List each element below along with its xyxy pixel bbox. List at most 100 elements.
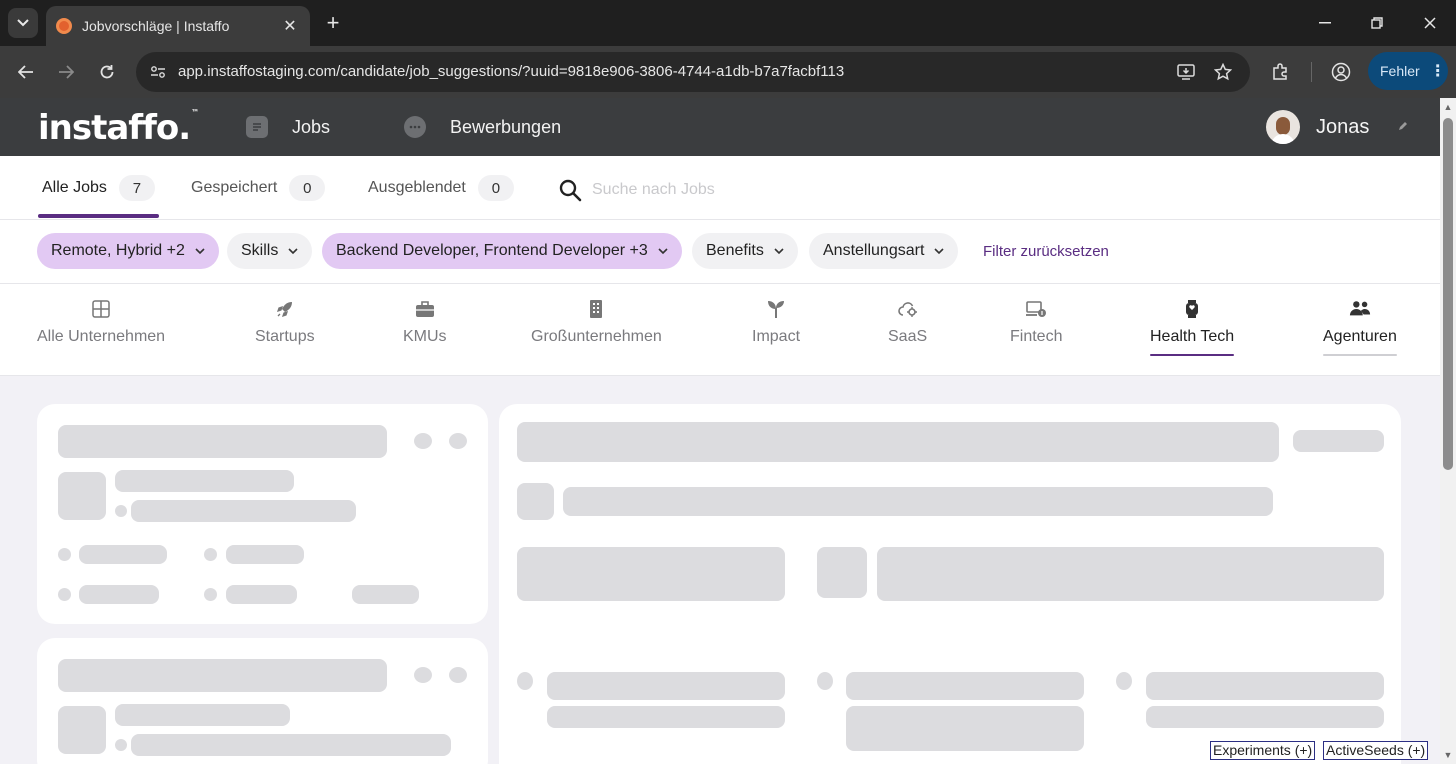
user-menu[interactable]: Jonas (1266, 109, 1409, 145)
filter-chip-label: Skills (241, 242, 279, 259)
skeleton-bar (877, 547, 1384, 601)
close-window-icon[interactable] (1415, 8, 1445, 38)
tab-search-button[interactable] (8, 8, 38, 38)
skeleton-logo (817, 547, 867, 598)
skeleton-logo (517, 483, 554, 520)
site-settings-icon[interactable] (146, 60, 170, 84)
category-alle-unternehmen[interactable]: Alle Unternehmen (37, 298, 165, 360)
error-label: Fehler (1380, 63, 1420, 79)
chevron-down-icon (774, 248, 784, 255)
reload-button[interactable] (93, 58, 121, 86)
filter-chip-work-mode[interactable]: Remote, Hybrid +2 (37, 233, 219, 269)
category-fintech[interactable]: Fintech (1010, 298, 1062, 360)
nav-jobs-label: Jobs (292, 116, 331, 137)
install-app-icon[interactable] (1174, 60, 1198, 84)
skeleton-dot (204, 548, 217, 561)
browser-tab-title: Jobvorschläge | Instaffo (82, 18, 230, 34)
error-button[interactable]: Fehler ⋮ (1368, 52, 1448, 90)
nav-bewerbungen[interactable]: Bewerbungen (404, 112, 561, 142)
scroll-thumb[interactable] (1443, 118, 1453, 470)
nav-bewerbungen-label: Bewerbungen (450, 116, 562, 137)
document-list-icon (246, 116, 268, 138)
experiments-button[interactable]: Experiments (+) (1210, 741, 1316, 760)
skeleton-bar (1146, 706, 1384, 728)
skeleton-bar (846, 706, 1084, 751)
chevron-down-icon (195, 248, 205, 255)
skeleton-bar (58, 425, 387, 458)
filter-chip-roles[interactable]: Backend Developer, Frontend Developer +3 (322, 233, 682, 269)
skeleton-bar (547, 706, 785, 728)
address-bar[interactable]: app.instaffostaging.com/candidate/job_su… (136, 52, 1250, 92)
scroll-down-arrow-icon[interactable]: ▼ (1442, 750, 1454, 760)
category-health-tech[interactable]: Health Tech (1150, 298, 1235, 360)
skeleton-bar (226, 585, 297, 604)
profile-icon[interactable] (1327, 58, 1355, 86)
filter-chip-label: Anstellungsart (823, 242, 925, 259)
active-seeds-button[interactable]: ActiveSeeds (+) (1323, 741, 1429, 760)
forward-button[interactable] (52, 58, 80, 86)
skeleton-bar (115, 704, 290, 726)
skeleton-bar (115, 470, 294, 492)
chevron-down-icon (934, 248, 944, 255)
tab-ausgeblendet[interactable]: Ausgeblendet 0 (368, 174, 514, 202)
skeleton-dot (58, 548, 71, 561)
filter-chip-skills[interactable]: Skills (227, 233, 313, 269)
tab-label: Alle Jobs (42, 179, 107, 196)
skeleton-dot (204, 588, 217, 601)
user-name: Jonas (1316, 115, 1370, 138)
filter-row: Remote, Hybrid +2 Skills Backend Develop… (0, 220, 1440, 284)
chevron-down-icon (17, 19, 29, 27)
arrow-right-icon (59, 65, 74, 79)
active-tab-indicator (38, 214, 159, 218)
skeleton-bar (517, 422, 1279, 462)
minimize-icon[interactable] (1310, 8, 1340, 38)
skeleton-bar (79, 545, 167, 564)
category-kmus[interactable]: KMUs (403, 298, 447, 360)
reload-icon (100, 65, 114, 79)
laptop-coin-icon (1025, 298, 1047, 320)
skeleton-dot (414, 667, 432, 683)
category-impact[interactable]: Impact (752, 298, 800, 360)
tab-gespeichert[interactable]: Gespeichert 0 (191, 174, 326, 202)
nav-jobs[interactable]: Jobs (246, 112, 330, 142)
browser-tab[interactable]: Jobvorschläge | Instaffo ✕ (46, 6, 310, 46)
search-input[interactable] (592, 181, 892, 199)
extensions-icon[interactable] (1266, 58, 1294, 86)
category-startups[interactable]: Startups (255, 298, 315, 360)
job-card-skeleton (37, 638, 488, 764)
chevron-down-icon (658, 248, 668, 255)
category-label: Impact (752, 328, 801, 345)
filter-chip-benefits[interactable]: Benefits (692, 233, 798, 269)
new-tab-button[interactable]: + (320, 10, 346, 36)
close-tab-icon[interactable]: ✕ (280, 16, 300, 36)
category-saas[interactable]: SaaS (888, 298, 927, 360)
filter-chip-label: Benefits (706, 242, 764, 259)
reset-filters-link[interactable]: Filter zurücksetzen (983, 243, 1109, 260)
search-icon (559, 179, 582, 202)
skeleton-bar (1293, 430, 1384, 452)
category-label: KMUs (403, 328, 447, 345)
instaffo-logo[interactable]: instaffo.™ (38, 108, 199, 148)
pencil-icon[interactable] (1397, 119, 1409, 135)
job-card-skeleton (37, 404, 488, 624)
skeleton-bar (846, 672, 1084, 700)
bookmark-star-icon[interactable] (1211, 60, 1235, 84)
tab-alle-jobs[interactable]: Alle Jobs 7 (42, 174, 155, 202)
skeleton-bar (226, 545, 304, 564)
cloud-gear-icon (897, 298, 919, 320)
kebab-menu-icon: ⋮ (1429, 63, 1446, 80)
job-tabs-row: Alle Jobs 7 Gespeichert 0 Ausgeblendet 0 (0, 156, 1440, 220)
tab-count-badge: 7 (118, 175, 155, 201)
scroll-up-arrow-icon[interactable]: ▲ (1442, 102, 1454, 112)
back-button[interactable] (12, 58, 40, 86)
skeleton-bar (563, 487, 1273, 516)
category-agenturen[interactable]: Agenturen (1323, 298, 1397, 360)
category-grossunternehmen[interactable]: Großunternehmen (531, 298, 662, 360)
address-bar-url: app.instaffostaging.com/candidate/job_su… (178, 63, 845, 80)
filter-chip-employment-type[interactable]: Anstellungsart (809, 233, 959, 269)
job-search (558, 176, 892, 204)
app-header: instaffo.™ Jobs Bewerbungen Jonas (0, 98, 1440, 156)
skeleton-bar (547, 672, 785, 700)
restore-icon[interactable] (1362, 8, 1392, 38)
page-scrollbar[interactable]: ▲ ▼ (1440, 98, 1456, 764)
